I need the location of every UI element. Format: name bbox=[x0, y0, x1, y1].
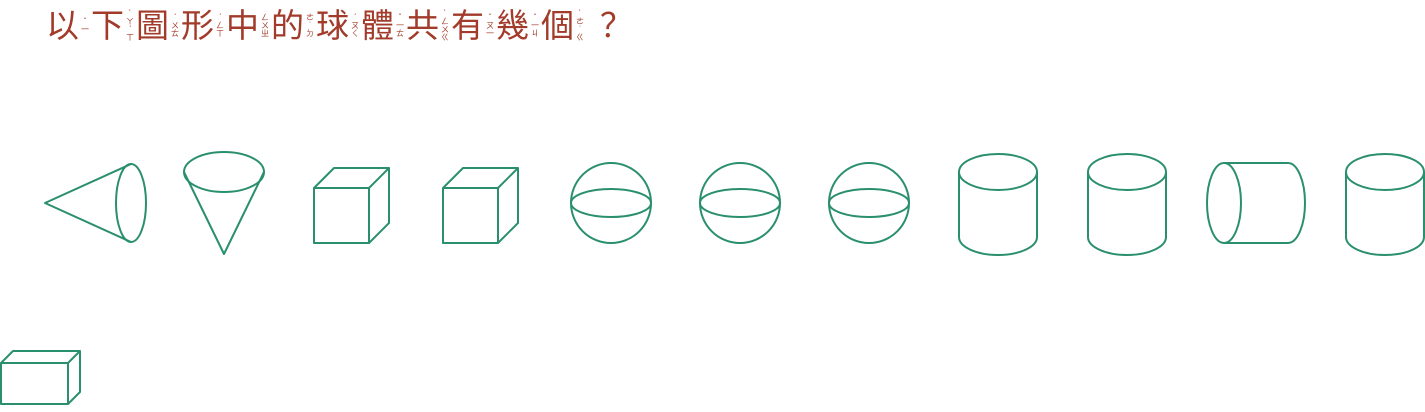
shape-cylinder-horizontal-10 bbox=[1206, 162, 1306, 244]
shape-cylinder-upright-8 bbox=[958, 153, 1038, 256]
shapes-area bbox=[0, 0, 1425, 408]
shape-cylinder-upright-9 bbox=[1087, 153, 1167, 256]
shape-cone-inverted-2 bbox=[183, 151, 265, 255]
shapes-svg bbox=[0, 151, 1425, 405]
shape-cone-horizontal-1 bbox=[44, 163, 147, 243]
shape-cuboid-12 bbox=[0, 350, 81, 405]
shape-sphere-6 bbox=[699, 162, 781, 244]
shape-sphere-5 bbox=[570, 162, 652, 244]
shape-cylinder-upright-11 bbox=[1345, 153, 1425, 256]
shape-cube-3 bbox=[313, 167, 390, 244]
shape-sphere-7 bbox=[828, 162, 910, 244]
shape-cube-4 bbox=[442, 167, 519, 244]
